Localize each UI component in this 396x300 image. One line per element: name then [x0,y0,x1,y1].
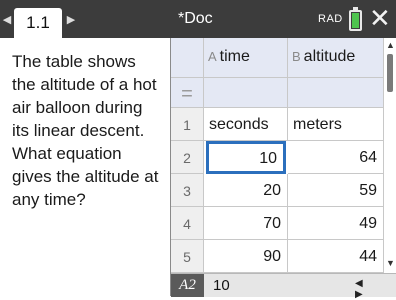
entry-line: A2 10 ◀ ▶ [171,273,396,300]
spreadsheet[interactable]: Atime Baltitude = 1 seconds meters 2 10 … [171,38,396,300]
previous-page-glyph: ◀ [2,13,12,26]
column-a-name: time [219,48,250,65]
next-page-icon[interactable]: ▶ [64,0,78,38]
cell-reference: A2 [171,274,204,297]
battery-level [352,13,359,28]
cell-b2[interactable]: 64 [288,141,384,174]
cell-a1[interactable]: seconds [204,108,288,141]
column-b-header[interactable]: Baltitude [288,38,384,78]
cell-a3[interactable]: 20 [204,174,288,207]
tab-label: 1.1 [26,13,50,32]
row-number-2[interactable]: 2 [171,141,204,174]
column-a-letter: A [208,49,217,64]
cell-b4[interactable]: 49 [288,207,384,240]
column-a-header[interactable]: Atime [204,38,288,78]
battery-icon [349,7,362,31]
cell-b3[interactable]: 59 [288,174,384,207]
scroll-down-icon[interactable]: ▼ [386,258,395,268]
notes-panel[interactable]: The table shows the altitude of a hot ai… [0,38,171,296]
cell-a2[interactable]: 10 [206,141,286,174]
entry-scroll-arrows-icon[interactable]: ◀ ▶ [355,278,396,300]
previous-page-icon[interactable]: ◀ [0,0,14,38]
cell-a4[interactable]: 70 [204,207,288,240]
scrollbar-thumb[interactable] [387,54,393,92]
cell-b1[interactable]: meters [288,108,384,141]
formula-cell-b[interactable] [288,78,384,108]
row-number-1[interactable]: 1 [171,108,204,141]
tab-1-1[interactable]: 1.1 [14,8,62,38]
row-number-4[interactable]: 4 [171,207,204,240]
corner-cell[interactable] [171,38,204,78]
formula-row-label[interactable]: = [171,78,204,108]
cell-b5[interactable]: 44 [288,240,384,273]
vertical-scrollbar[interactable]: ▲ ▼ [384,38,396,273]
formula-cell-a[interactable] [204,78,288,108]
close-icon[interactable]: ✕ [369,5,391,31]
next-page-glyph: ▶ [66,13,76,26]
entry-input[interactable]: 10 [213,277,230,294]
column-b-letter: B [292,49,301,64]
scroll-up-icon[interactable]: ▲ [386,40,395,50]
row-number-5[interactable]: 5 [171,240,204,273]
formula-symbol: = [181,83,193,105]
cell-a5[interactable]: 90 [204,240,288,273]
question-text: The table shows the altitude of a hot ai… [12,52,159,209]
column-b-name: altitude [303,48,356,65]
row-number-3[interactable]: 3 [171,174,204,207]
title-bar: ◀ 1.1 ▶ *Doc RAD ✕ [0,0,396,38]
document-title: *Doc [178,10,213,27]
angle-mode-indicator: RAD [318,13,343,25]
